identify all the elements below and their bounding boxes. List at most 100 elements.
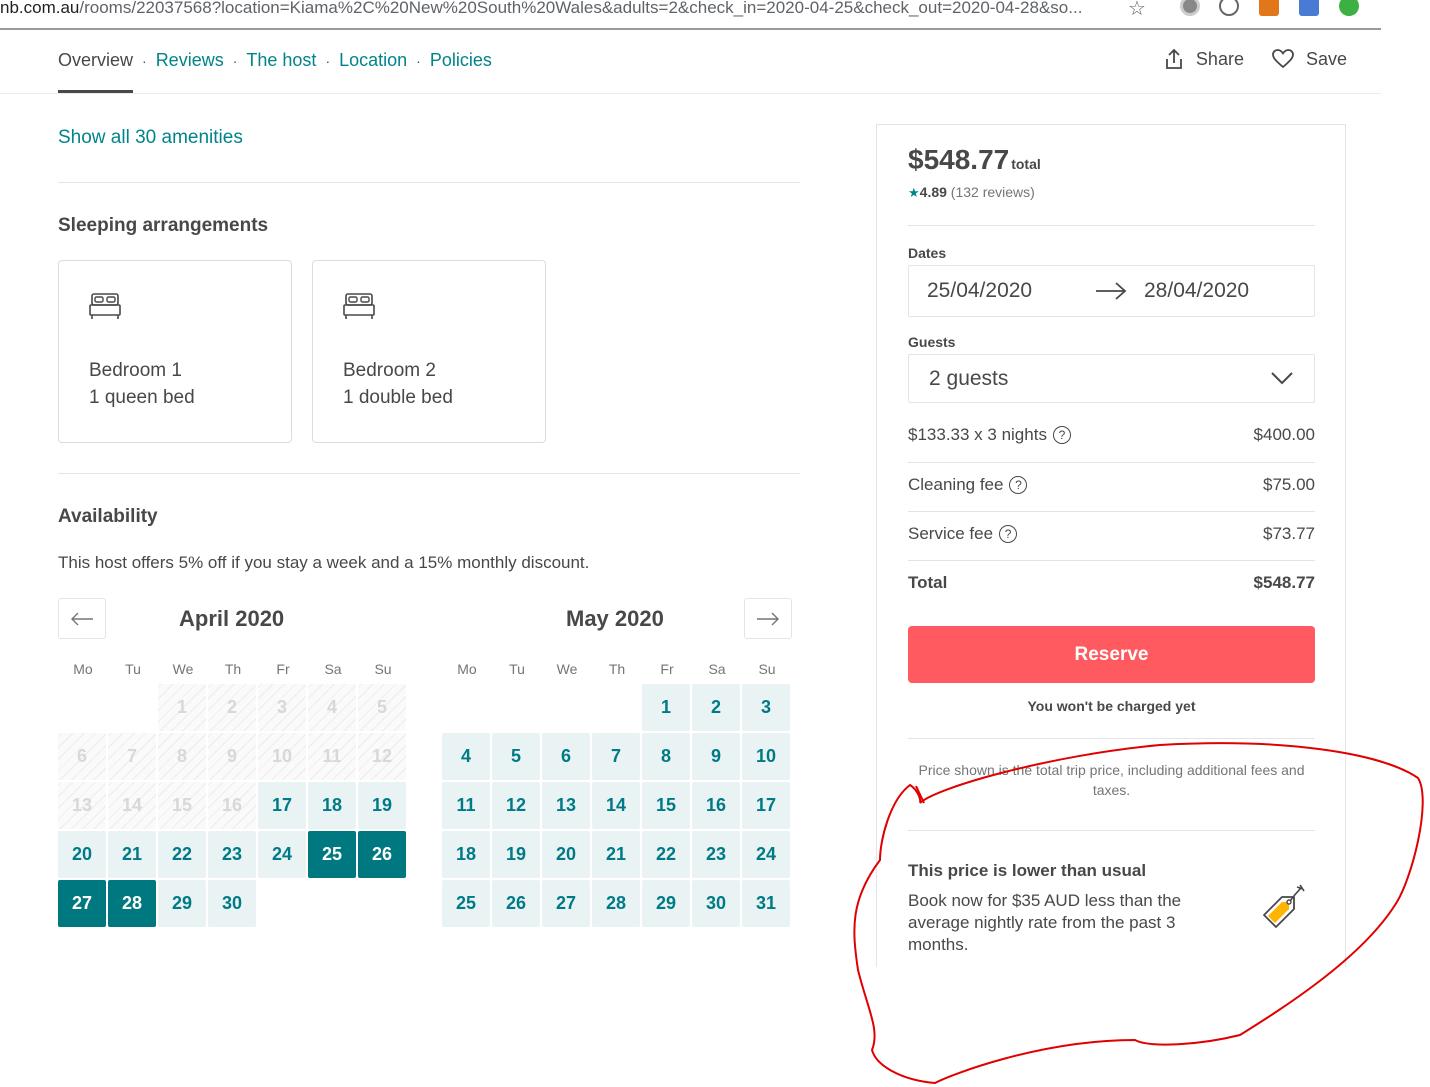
- sleeping-arrangements-heading: Sleeping arrangements: [58, 215, 269, 236]
- nav-location[interactable]: Location: [339, 50, 407, 71]
- extension-icon[interactable]: [1219, 0, 1239, 16]
- weekday-label: Tu: [125, 661, 141, 677]
- calendar-day[interactable]: 15: [642, 782, 690, 829]
- calendar-day: 14: [108, 782, 156, 829]
- divider: [908, 738, 1315, 739]
- fee-amount: $400.00: [1253, 425, 1315, 444]
- bed-type: 1 queen bed: [89, 387, 195, 408]
- extension-icon[interactable]: [1180, 0, 1200, 16]
- calendar-day[interactable]: 6: [542, 733, 590, 780]
- calendar-day[interactable]: 22: [158, 831, 206, 878]
- reserve-button[interactable]: Reserve: [908, 626, 1315, 683]
- calendar-day[interactable]: 7: [592, 733, 640, 780]
- calendar-day[interactable]: 18: [308, 782, 356, 829]
- calendar-day[interactable]: 4: [442, 733, 490, 780]
- extension-icon[interactable]: [1299, 0, 1319, 16]
- extension-fox-icon[interactable]: [1259, 0, 1279, 16]
- calendar-day[interactable]: 19: [492, 831, 540, 878]
- weekday-label: Fr: [660, 661, 674, 677]
- check-out-date[interactable]: 28/04/2020: [1144, 279, 1249, 303]
- help-icon[interactable]: ?: [1052, 426, 1071, 444]
- calendar-day[interactable]: 17: [742, 782, 790, 829]
- dates-label: Dates: [908, 245, 947, 261]
- calendar-day[interactable]: 17: [258, 782, 306, 829]
- calendar-day[interactable]: 18: [442, 831, 490, 878]
- calendar-day: 1: [158, 684, 206, 731]
- show-amenities-link[interactable]: Show all 30 amenities: [58, 127, 243, 149]
- divider: [908, 462, 1315, 463]
- calendar-day[interactable]: 14: [592, 782, 640, 829]
- weekday-label: Sa: [708, 661, 726, 677]
- listing-actions: Share Save: [1164, 48, 1347, 70]
- share-button[interactable]: Share: [1164, 48, 1244, 70]
- save-label: Save: [1305, 48, 1347, 69]
- help-icon[interactable]: ?: [999, 525, 1018, 543]
- calendar-day[interactable]: 25: [308, 831, 356, 878]
- dates-input[interactable]: 25/04/2020 28/04/2020: [908, 265, 1315, 317]
- calendar-day[interactable]: 10: [742, 733, 790, 780]
- calendar-day[interactable]: 27: [542, 880, 590, 927]
- price-disclaimer: Price shown is the total trip price, inc…: [918, 762, 1305, 798]
- calendar-day: 16: [208, 782, 256, 829]
- calendar-day[interactable]: 21: [592, 831, 640, 878]
- weekday-label: Tu: [509, 661, 525, 677]
- extension-icon[interactable]: [1339, 0, 1359, 16]
- calendar-day[interactable]: 29: [158, 880, 206, 927]
- discount-text: This host offers 5% off if you stay a we…: [58, 553, 590, 572]
- calendar-day[interactable]: 24: [742, 831, 790, 878]
- browser-url-bar[interactable]: nb.com.au/rooms/22037568?location=Kiama%…: [0, 0, 1381, 30]
- check-in-date[interactable]: 25/04/2020: [927, 279, 1032, 303]
- nav-policies[interactable]: Policies: [430, 50, 492, 71]
- calendar-day[interactable]: 26: [358, 831, 406, 878]
- calendar-day[interactable]: 23: [208, 831, 256, 878]
- calendar-day[interactable]: 22: [642, 831, 690, 878]
- bed-icon: [89, 293, 121, 319]
- calendar-day: 13: [58, 782, 106, 829]
- help-icon[interactable]: ?: [1009, 476, 1028, 494]
- calendar-day[interactable]: 20: [542, 831, 590, 878]
- arrow-right-icon: [1096, 282, 1127, 300]
- calendar-day[interactable]: 23: [692, 831, 740, 878]
- calendar-day[interactable]: 27: [58, 880, 106, 927]
- calendar-day[interactable]: 1: [642, 684, 690, 731]
- divider: [58, 182, 800, 183]
- calendar-day[interactable]: 31: [742, 880, 790, 927]
- fee-label: $133.33 x 3 nights: [908, 425, 1047, 444]
- divider: [908, 830, 1315, 831]
- calendar-day[interactable]: 2: [692, 684, 740, 731]
- calendar-day[interactable]: 11: [442, 782, 490, 829]
- calendar-day[interactable]: 25: [442, 880, 490, 927]
- calendar-day[interactable]: 30: [208, 880, 256, 927]
- calendar-day[interactable]: 30: [692, 880, 740, 927]
- calendar-day[interactable]: 16: [692, 782, 740, 829]
- calendar-day: 11: [308, 733, 356, 780]
- nav-overview[interactable]: Overview: [58, 50, 134, 93]
- calendar-day[interactable]: 26: [492, 880, 540, 927]
- bookmark-star-icon[interactable]: ☆: [1128, 0, 1146, 21]
- weekday-label: Th: [608, 661, 626, 677]
- calendar-day[interactable]: 9: [692, 733, 740, 780]
- calendar-day[interactable]: 21: [108, 831, 156, 878]
- calendar-day[interactable]: 3: [742, 684, 790, 731]
- url-text[interactable]: nb.com.au/rooms/22037568?location=Kiama%…: [0, 0, 1082, 18]
- calendar-day[interactable]: 28: [108, 880, 156, 927]
- calendar-day[interactable]: 12: [492, 782, 540, 829]
- calendar-prev-button[interactable]: [58, 598, 106, 639]
- calendar-next-button[interactable]: [744, 598, 792, 639]
- calendar-day[interactable]: 5: [492, 733, 540, 780]
- calendar-day[interactable]: 19: [358, 782, 406, 829]
- calendar-day: 7: [108, 733, 156, 780]
- save-button[interactable]: Save: [1272, 48, 1347, 70]
- rating[interactable]: ★4.89 (132 reviews): [908, 184, 1035, 201]
- calendar-day[interactable]: 20: [58, 831, 106, 878]
- calendar-day[interactable]: 8: [642, 733, 690, 780]
- calendar-day[interactable]: 29: [642, 880, 690, 927]
- bedroom-name: Bedroom 2: [343, 360, 436, 381]
- calendar-day[interactable]: 28: [592, 880, 640, 927]
- nav-reviews[interactable]: Reviews: [156, 50, 224, 71]
- calendar-day[interactable]: 13: [542, 782, 590, 829]
- calendar-day[interactable]: 24: [258, 831, 306, 878]
- divider: [58, 473, 800, 474]
- nav-the-host[interactable]: The host: [246, 50, 316, 71]
- guests-select[interactable]: 2 guests: [908, 354, 1315, 403]
